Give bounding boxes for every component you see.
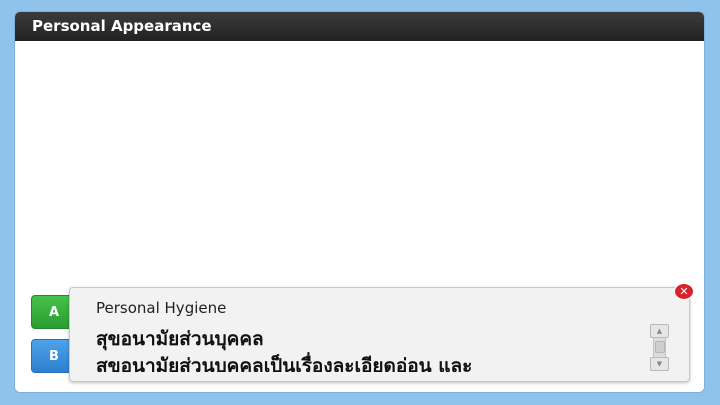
info-popup: Personal Hygiene สุขอนามัยส่วนบุคคล สุขอ… (69, 287, 690, 382)
popup-heading: สุขอนามัยส่วนบุคคล (96, 328, 264, 350)
popup-text: สุขอนามัยส่วนบุคคลเป็นเรื่องละเอียดอ่อน … (96, 355, 473, 372)
scroll-thumb[interactable] (655, 341, 665, 353)
window-title: Personal Appearance (15, 12, 704, 41)
close-icon[interactable]: ✕ (674, 283, 694, 300)
chevron-down-icon[interactable]: ▼ (650, 357, 669, 371)
chevron-up-icon[interactable]: ▲ (650, 324, 669, 338)
scroll-track[interactable] (653, 338, 666, 357)
popup-title: Personal Hygiene (96, 299, 227, 317)
popup-scrollbar[interactable]: ▲ ▼ (650, 324, 670, 371)
popup-text-area: สุขอนามัยส่วนบุคคล สุขอนามัยส่วนบุคคลเป็… (96, 326, 646, 372)
